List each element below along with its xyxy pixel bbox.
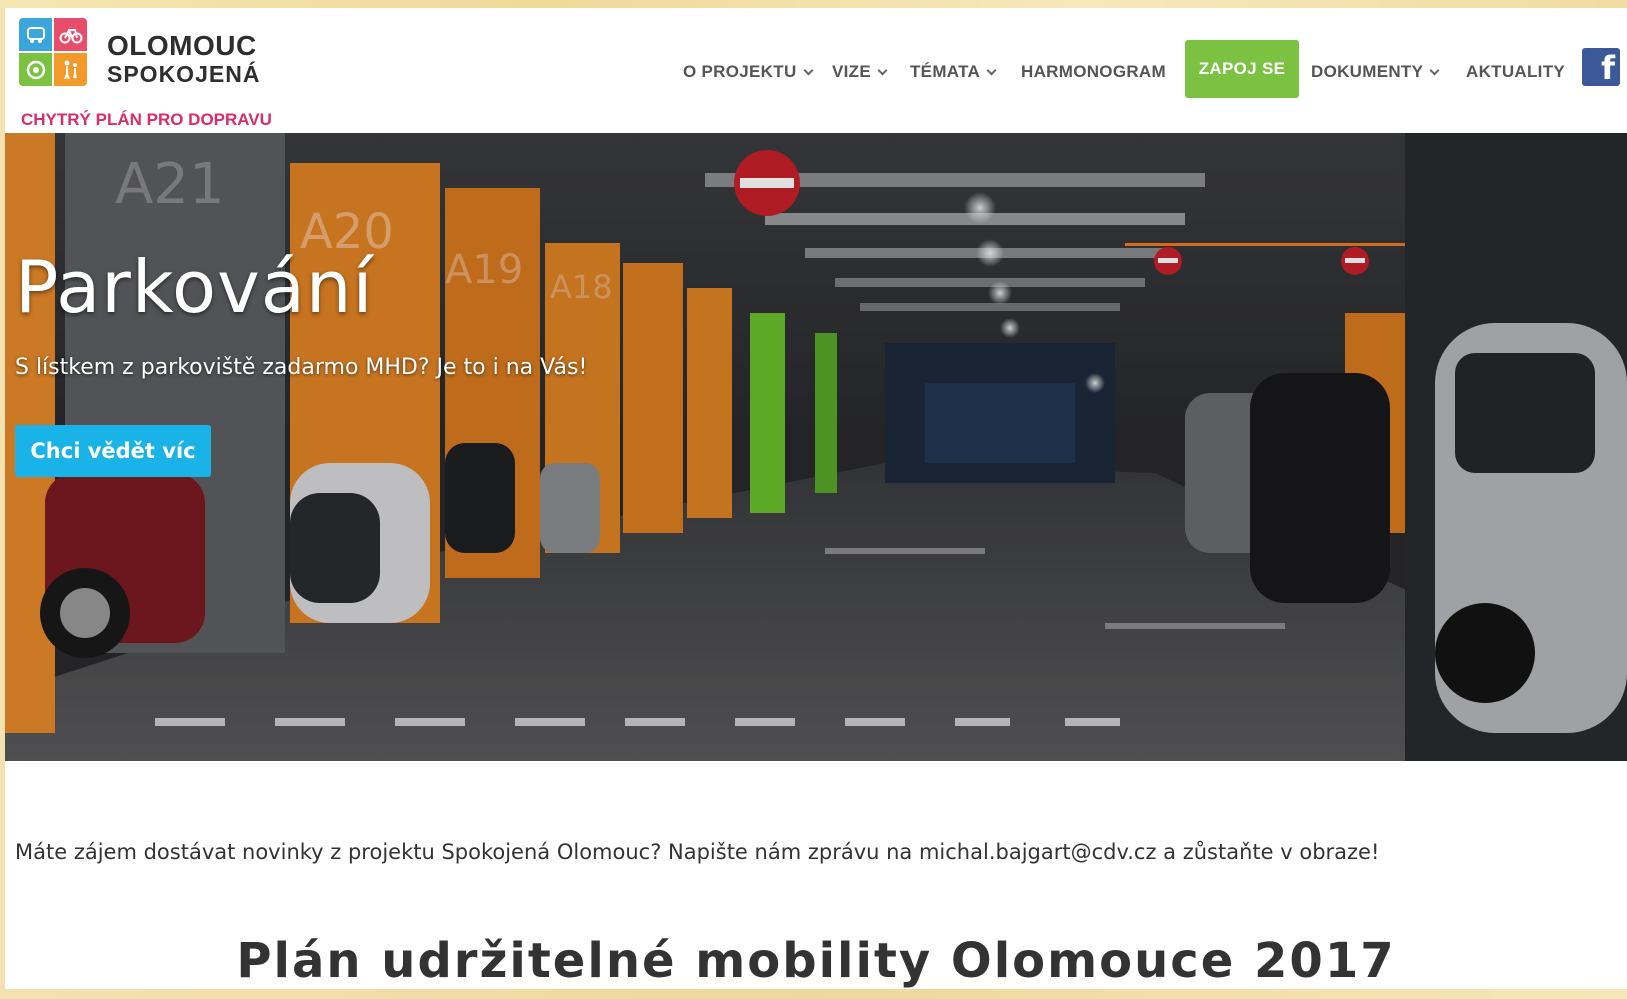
learn-more-button[interactable]: Chci vědět víc <box>15 425 211 477</box>
hero-banner: A21 A20 A19 A18 Parkování S lístkem z pa… <box>5 133 1627 761</box>
newsletter-text: Máte zájem dostávat novinky z projektu S… <box>15 840 1380 864</box>
chevron-down-icon <box>803 65 813 75</box>
logo-tagline: CHYTRÝ PLÁN PRO DOPRAVU <box>21 110 272 129</box>
logo-title: OLOMOUC <box>107 30 257 61</box>
logo-subtitle: SPOKOJENÁ <box>107 61 261 87</box>
nav-item-label: VIZE <box>832 62 871 81</box>
nav-item-label: HARMONOGRAM <box>1021 62 1166 81</box>
chevron-down-icon <box>877 65 888 75</box>
site-header: OLOMOUC SPOKOJENÁ CHYTRÝ PLÁN PRO DOPRAV… <box>5 8 1627 133</box>
nav-item-harmonogram[interactable]: HARMONOGRAM <box>1021 60 1166 84</box>
join-button[interactable]: ZAPOJ SE <box>1185 40 1299 98</box>
bus-icon <box>19 18 52 51</box>
site-logo[interactable]: OLOMOUC SPOKOJENÁ CHYTRÝ PLÁN PRO DOPRAV… <box>19 18 279 129</box>
hero-subtitle: S lístkem z parkoviště zadarmo MHD? Je t… <box>15 355 588 380</box>
nav-item-dokumenty[interactable]: DOKUMENTY <box>1311 60 1440 84</box>
nav-item-aktuality[interactable]: AKTUALITY <box>1466 60 1565 84</box>
nav-item-label: DOKUMENTY <box>1311 62 1424 81</box>
section-title: Plán udržitelné mobility Olomouce 2017 <box>236 933 1396 989</box>
chevron-down-icon <box>986 65 997 75</box>
web-page: OLOMOUC SPOKOJENÁ CHYTRÝ PLÁN PRO DOPRAV… <box>5 8 1627 989</box>
screenshot-frame-top <box>0 0 1627 8</box>
nav-item-label: TÉMATA <box>910 62 981 81</box>
logo-mark <box>19 18 88 87</box>
chevron-down-icon <box>1429 65 1440 75</box>
screenshot-frame-bottom <box>0 989 1627 999</box>
facebook-icon[interactable]: f <box>1582 48 1620 86</box>
nav-item-o-projektu[interactable]: O PROJEKTU <box>683 60 813 84</box>
hero-title: Parkování <box>15 245 374 329</box>
pedestrians-icon <box>54 53 87 86</box>
nav-item-label: O PROJEKTU <box>683 62 797 81</box>
nav-item-vize[interactable]: VIZE <box>832 60 888 84</box>
nav-item-temata[interactable]: TÉMATA <box>910 60 997 84</box>
bicycle-icon <box>54 18 87 51</box>
wheel-icon <box>19 53 52 86</box>
parking-garage-photo: A21 A20 A19 A18 <box>5 133 1627 761</box>
nav-item-label: AKTUALITY <box>1466 62 1566 81</box>
